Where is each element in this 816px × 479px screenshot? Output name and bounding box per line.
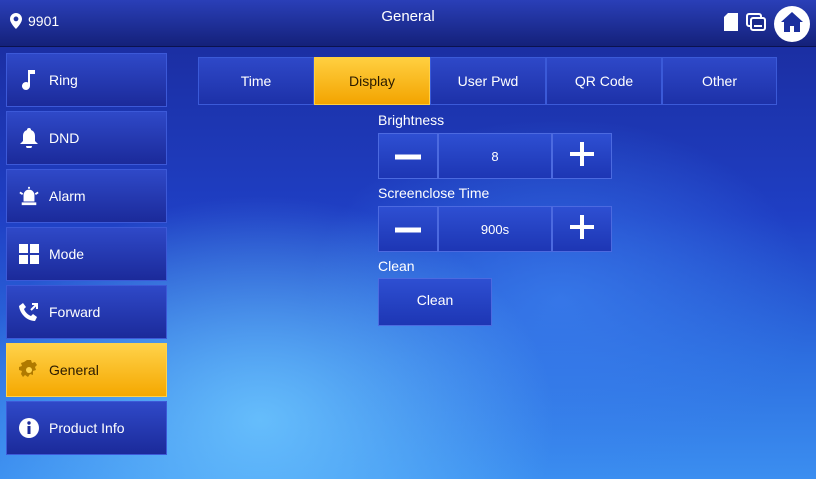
screenclose-value: 900s [438,206,552,252]
minus-icon [395,147,421,165]
brightness-value: 8 [438,133,552,179]
alarm-siren-icon [19,186,39,206]
gear-icon [19,360,39,380]
screenclose-stepper: 900s [378,206,612,252]
clean-button[interactable]: Clean [378,278,492,326]
plus-icon [570,141,594,171]
clean-label: Clean [378,258,415,274]
sidebar-item-label: Alarm [49,188,86,204]
tab-qr-code[interactable]: QR Code [546,57,662,105]
sd-card-icon [724,12,738,36]
home-icon [781,11,803,37]
brightness-decrease-button[interactable] [378,133,438,179]
bell-icon [19,128,39,148]
screenclose-decrease-button[interactable] [378,206,438,252]
tab-user-pwd[interactable]: User Pwd [430,57,546,105]
settings-tabs: Time Display User Pwd QR Code Other [198,57,777,105]
info-icon [19,418,39,438]
sidebar-item-alarm[interactable]: Alarm [6,169,167,223]
sidebar-item-label: Mode [49,246,85,262]
sidebar: Ring DND Alarm Mode Forward General Prod… [6,53,167,459]
screenclose-increase-button[interactable] [552,206,612,252]
screenclose-label: Screenclose Time [378,185,490,201]
top-bar: 9901 General [0,0,816,47]
home-button[interactable] [774,6,810,42]
sidebar-item-mode[interactable]: Mode [6,227,167,281]
sidebar-item-dnd[interactable]: DND [6,111,167,165]
brightness-stepper: 8 [378,133,612,179]
sidebar-item-ring[interactable]: Ring [6,53,167,107]
minus-icon [395,220,421,238]
sidebar-item-label: Forward [49,304,101,320]
tab-time[interactable]: Time [198,57,314,105]
sidebar-item-label: Product Info [49,420,125,436]
phone-forward-icon [19,302,39,322]
plus-icon [570,214,594,244]
sidebar-item-label: Ring [49,72,78,88]
tab-display[interactable]: Display [314,57,430,105]
sidebar-item-product-info[interactable]: Product Info [6,401,167,455]
music-note-icon [19,70,39,90]
brightness-label: Brightness [378,112,445,128]
page-title: General [381,8,435,25]
sidebar-item-general[interactable]: General [6,343,167,397]
brightness-increase-button[interactable] [552,133,612,179]
monitor-icon [746,12,766,36]
sidebar-item-forward[interactable]: Forward [6,285,167,339]
sidebar-item-label: DND [49,130,80,146]
tab-other[interactable]: Other [662,57,777,105]
grid-icon [19,244,39,264]
sidebar-item-label: General [49,362,99,378]
